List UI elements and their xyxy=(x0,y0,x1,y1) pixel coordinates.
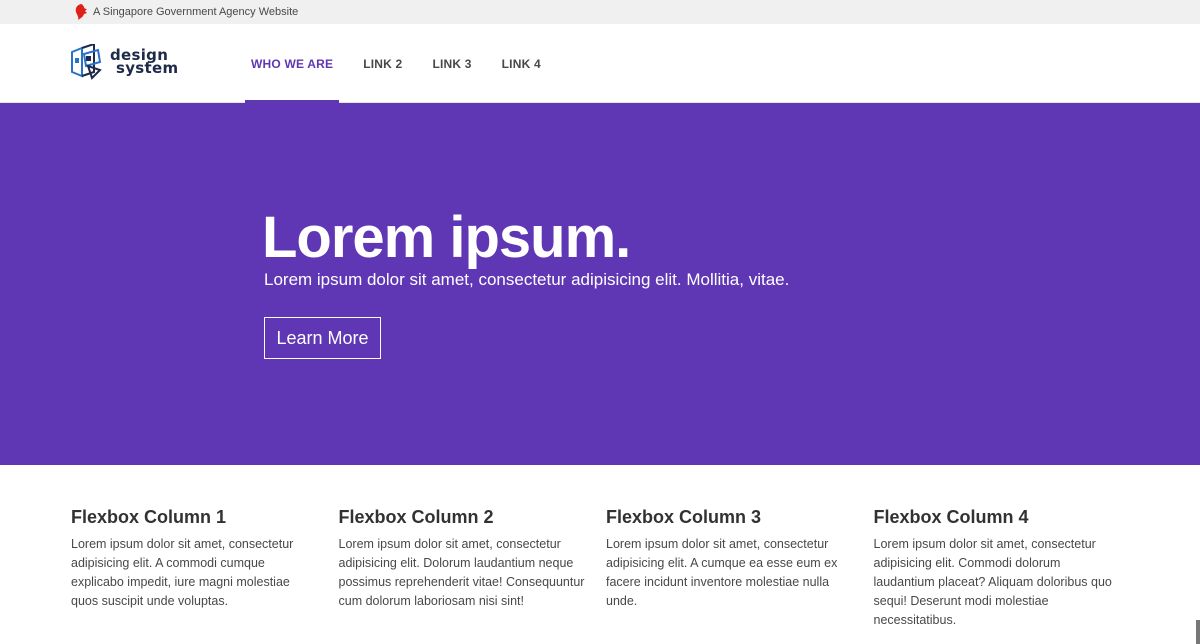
flexbox-column: Flexbox Column 1 Lorem ipsum dolor sit a… xyxy=(71,505,339,630)
column-title: Flexbox Column 3 xyxy=(606,507,762,527)
learn-more-button[interactable]: Learn More xyxy=(264,317,381,359)
logo-mark-icon xyxy=(71,44,102,80)
hero-title: Lorem ipsum. xyxy=(262,205,631,270)
nav-item-link-2[interactable]: LINK 2 xyxy=(357,24,408,103)
nav-item-link-4[interactable]: LINK 4 xyxy=(496,24,547,103)
logo-text-line2: system xyxy=(116,59,179,77)
nav-item-link-3[interactable]: LINK 3 xyxy=(426,24,477,103)
flexbox-column: Flexbox Column 4 Lorem ipsum dolor sit a… xyxy=(874,505,1142,630)
government-masthead: A Singapore Government Agency Website xyxy=(0,0,1200,24)
column-body: Lorem ipsum dolor sit amet, consectetur … xyxy=(71,537,294,608)
column-body: Lorem ipsum dolor sit amet, consectetur … xyxy=(873,537,1112,627)
flexbox-column: Flexbox Column 3 Lorem ipsum dolor sit a… xyxy=(606,505,874,630)
masthead-text: A Singapore Government Agency Website xyxy=(93,6,299,18)
column-body: Lorem ipsum dolor sit amet, consectetur … xyxy=(606,537,838,608)
column-body: Lorem ipsum dolor sit amet, consectetur … xyxy=(338,537,585,608)
hero-section: Lorem ipsum. Lorem ipsum dolor sit amet,… xyxy=(0,103,1200,465)
hero-subtitle: Lorem ipsum dolor sit amet, consectetur … xyxy=(264,270,790,289)
nav-links: WHO WE ARE LINK 2 LINK 3 LINK 4 xyxy=(245,24,565,103)
column-title: Flexbox Column 2 xyxy=(338,507,494,527)
flexbox-columns: Flexbox Column 1 Lorem ipsum dolor sit a… xyxy=(71,505,1141,630)
main-navbar: design system WHO WE ARE LINK 2 LINK 3 L… xyxy=(0,24,1200,103)
scrollbar-thumb[interactable] xyxy=(1196,620,1200,644)
nav-item-who-we-are[interactable]: WHO WE ARE xyxy=(245,24,340,103)
design-system-logo[interactable]: design system xyxy=(70,44,178,80)
flexbox-column: Flexbox Column 2 Lorem ipsum dolor sit a… xyxy=(339,505,607,630)
column-title: Flexbox Column 4 xyxy=(873,507,1029,527)
lion-head-icon xyxy=(74,4,88,20)
column-title: Flexbox Column 1 xyxy=(71,507,227,527)
